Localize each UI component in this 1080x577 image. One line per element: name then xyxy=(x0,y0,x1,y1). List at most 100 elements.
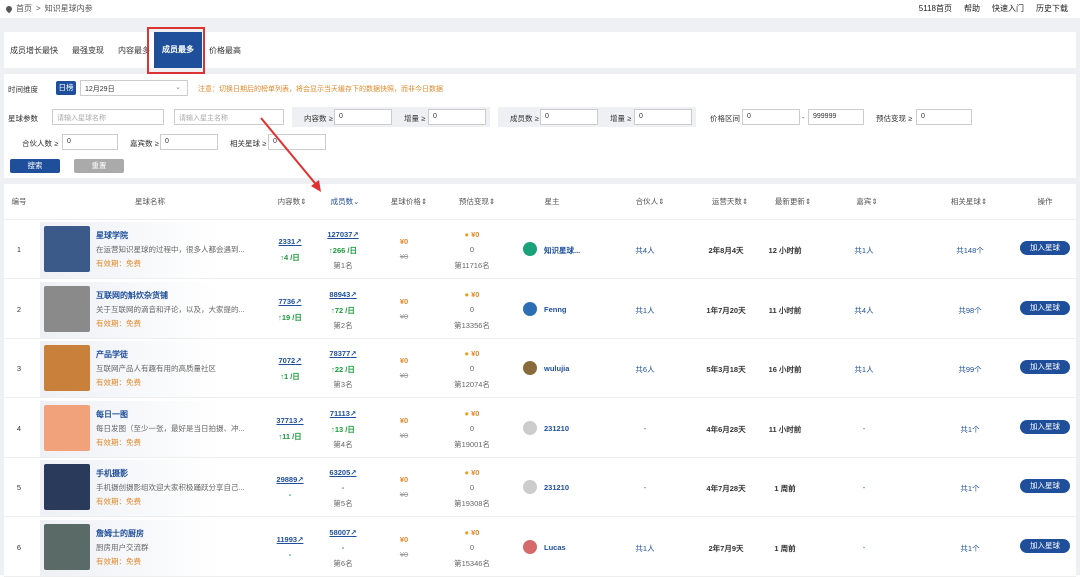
content-count-link[interactable]: 29889↗ xyxy=(276,475,303,484)
members-count-link[interactable]: 127037↗ xyxy=(327,230,358,239)
planet-name[interactable]: 詹姆士的厨房 xyxy=(96,528,144,539)
partner-count[interactable]: 共1人 xyxy=(635,305,654,316)
price-range-label: 价格区间 xyxy=(710,114,740,123)
planet-cover-image[interactable] xyxy=(44,345,90,391)
estimated-min-input[interactable]: 0 xyxy=(916,109,972,125)
related-count[interactable]: 共1个 xyxy=(960,424,979,435)
guest-count[interactable]: 共1人 xyxy=(854,364,873,375)
join-planet-button[interactable]: 加入星球 xyxy=(1020,539,1070,553)
owner-avatar[interactable] xyxy=(523,540,537,554)
planet-cover-image[interactable] xyxy=(44,286,90,332)
price-min-input[interactable]: 0 xyxy=(742,109,800,125)
content-count-link[interactable]: 7072↗ xyxy=(279,356,302,365)
planet-name[interactable]: 手机摄影 xyxy=(96,468,128,479)
partner-min-input[interactable]: 0 xyxy=(62,134,118,150)
link-history-download[interactable]: 历史下载 xyxy=(1036,3,1068,14)
date-select[interactable]: 12月29日 ⌄ xyxy=(80,80,188,96)
tab-most-content[interactable]: 内容最多 xyxy=(118,45,150,56)
owner-name[interactable]: 知识星球... xyxy=(544,245,580,256)
members-count-link[interactable]: 88943↗ xyxy=(329,290,356,299)
members-count-link[interactable]: 78377↗ xyxy=(329,349,356,358)
members-min-input[interactable]: 0 xyxy=(540,109,598,125)
related-count[interactable]: 共1个 xyxy=(960,543,979,554)
owner-avatar[interactable] xyxy=(523,302,537,316)
content-count-link[interactable]: 7736↗ xyxy=(279,297,302,306)
join-planet-button[interactable]: 加入星球 xyxy=(1020,360,1070,374)
planet-cover-image[interactable] xyxy=(44,226,90,272)
reset-button[interactable]: 重置 xyxy=(74,159,124,173)
latest-update: 1 周前 xyxy=(774,544,796,553)
price-max-input[interactable]: 999999 xyxy=(808,109,864,125)
chevron-down-icon: ⌄ xyxy=(175,84,181,91)
tab-best-monetization[interactable]: 最强变现 xyxy=(72,45,104,56)
content-inc-input[interactable]: 0 xyxy=(428,109,486,125)
partner-count[interactable]: - xyxy=(644,424,647,433)
planet-name-input[interactable]: 请输入星球名称 xyxy=(52,109,164,125)
content-count-link[interactable]: 11993↗ xyxy=(277,535,304,544)
planet-cover-image[interactable] xyxy=(44,524,90,570)
guest-count[interactable]: - xyxy=(863,424,866,433)
partner-count[interactable]: 共1人 xyxy=(635,543,654,554)
link-quick-start[interactable]: 快速入门 xyxy=(992,3,1024,14)
join-planet-button[interactable]: 加入星球 xyxy=(1020,301,1070,315)
sort-down-icon: ⌄ xyxy=(353,197,360,206)
planet-name[interactable]: 产品学徒 xyxy=(96,349,128,360)
related-count[interactable]: 共148个 xyxy=(956,245,984,256)
planet-validity: 有效期：免费 xyxy=(96,259,141,268)
related-count[interactable]: 共1个 xyxy=(960,483,979,494)
breadcrumb-home[interactable]: 首页 xyxy=(16,3,32,14)
related-count[interactable]: 共98个 xyxy=(958,305,981,316)
join-planet-button[interactable]: 加入星球 xyxy=(1020,479,1070,493)
latest-update: 12 小时前 xyxy=(768,246,802,255)
planet-name[interactable]: 每日一图 xyxy=(96,409,128,420)
owner-avatar[interactable] xyxy=(523,480,537,494)
coin-icon: ● xyxy=(464,468,470,477)
owner-name[interactable]: Lucas xyxy=(544,543,566,552)
owner-avatar[interactable] xyxy=(523,421,537,435)
members-count-link[interactable]: 58007↗ xyxy=(329,528,356,537)
planet-cover-image[interactable] xyxy=(44,405,90,451)
header-latest-update[interactable]: 最新更新⇕ xyxy=(775,196,811,207)
external-link-icon: ↗ xyxy=(349,409,357,418)
owner-name[interactable]: 231210 xyxy=(544,483,569,492)
link-5118-home[interactable]: 5118首页 xyxy=(919,3,952,14)
content-count-link[interactable]: 2331↗ xyxy=(279,237,302,246)
guest-min-input[interactable]: 0 xyxy=(160,134,218,150)
search-button[interactable]: 搜索 xyxy=(10,159,60,173)
partner-count[interactable]: 共4人 xyxy=(635,245,654,256)
day-rank-button[interactable]: 日榜 xyxy=(56,81,76,95)
guest-count[interactable]: - xyxy=(863,543,866,552)
link-help[interactable]: 帮助 xyxy=(964,3,980,14)
members-inc-input[interactable]: 0 xyxy=(634,109,692,125)
header-partner[interactable]: 合伙人⇕ xyxy=(636,196,665,207)
tab-highest-price[interactable]: 价格最高 xyxy=(209,45,241,56)
partner-count[interactable]: 共6人 xyxy=(635,364,654,375)
header-guest[interactable]: 嘉宾⇕ xyxy=(856,196,877,207)
header-related[interactable]: 相关星球⇕ xyxy=(951,196,987,207)
planet-cover-image[interactable] xyxy=(44,464,90,510)
members-count-link[interactable]: 63205↗ xyxy=(329,468,356,477)
header-estimated[interactable]: 预估变现⇕ xyxy=(459,196,495,207)
members-count-link[interactable]: 71113↗ xyxy=(330,409,356,418)
owner-avatar[interactable] xyxy=(523,242,537,256)
guest-count[interactable]: - xyxy=(863,483,866,492)
content-min-input[interactable]: 0 xyxy=(334,109,392,125)
tab-fastest-growth[interactable]: 成员增长最快 xyxy=(10,45,58,56)
owner-name[interactable]: Fenng xyxy=(544,305,567,314)
planet-name[interactable]: 星球学院 xyxy=(96,230,128,241)
planet-name[interactable]: 互联网的斛炊杂货铺 xyxy=(96,290,168,301)
related-count[interactable]: 共99个 xyxy=(958,364,981,375)
guest-count[interactable]: 共1人 xyxy=(854,245,873,256)
header-price[interactable]: 星球价格⇕ xyxy=(391,196,427,207)
owner-name[interactable]: wulujia xyxy=(544,364,569,373)
owner-name[interactable]: 231210 xyxy=(544,424,569,433)
join-planet-button[interactable]: 加入星球 xyxy=(1020,241,1070,255)
header-days[interactable]: 运营天数⇕ xyxy=(712,196,748,207)
join-planet-button[interactable]: 加入星球 xyxy=(1020,420,1070,434)
latest-update: 16 小时前 xyxy=(768,365,802,374)
owner-avatar[interactable] xyxy=(523,361,537,375)
partner-count[interactable]: - xyxy=(644,483,647,492)
content-count-link[interactable]: 37713↗ xyxy=(276,416,303,425)
guest-count[interactable]: 共4人 xyxy=(854,305,873,316)
external-link-icon: ↗ xyxy=(297,416,304,425)
